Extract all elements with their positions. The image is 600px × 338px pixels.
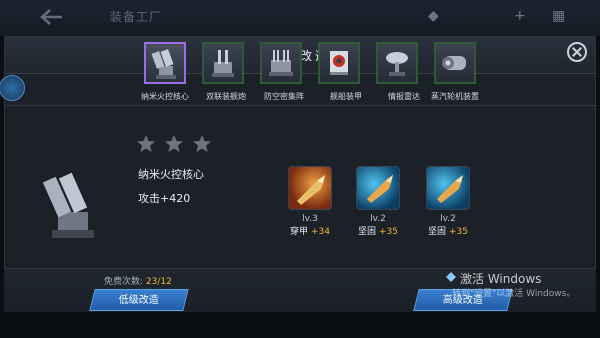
star-rating: [136, 134, 215, 158]
durable-shell-icon: [426, 166, 470, 210]
activation-watermark-title: 激活 Windows: [460, 272, 542, 286]
equipment-label: 舰船装甲: [330, 92, 362, 101]
top-bar: 装备工厂 ◆ + ▦: [0, 0, 600, 36]
equipment-slot-armor[interactable]: 舰船装甲: [316, 42, 362, 103]
upgrade-slot[interactable]: lv.2 坚固 +35: [424, 166, 472, 237]
selected-equipment-stat: 攻击+420: [138, 192, 191, 205]
star-icon: [137, 135, 155, 152]
bottom-margin: [0, 312, 600, 338]
equipment-label: 双联装舰炮: [206, 92, 246, 101]
upgrade-slot[interactable]: lv.3 穿甲 +34: [286, 166, 334, 237]
equipment-list: 纳米火控核心 双联装舰炮 防空密集阵 舰船装甲 情报雷达 蒸汽轮机装置: [140, 42, 479, 132]
upgrade-slot[interactable]: lv.2 坚固 +35: [354, 166, 402, 237]
turbine-icon: [434, 42, 476, 84]
equipment-label: 防空密集阵: [264, 92, 304, 101]
equipment-label: 蒸汽轮机装置: [431, 92, 479, 101]
star-icon: [165, 135, 184, 152]
turret-icon: [144, 42, 186, 84]
equipment-slot-fire-control[interactable]: 纳米火控核心: [141, 42, 189, 103]
star-icon: [193, 135, 212, 152]
activation-watermark-subtitle: 转到"设置"以激活 Windows。: [452, 289, 576, 299]
close-button[interactable]: [567, 42, 587, 62]
equipment-label: 情报雷达: [388, 92, 420, 101]
twin-gun-icon: [202, 42, 244, 84]
upgrade-level: lv.3: [302, 214, 318, 224]
upgrade-effect: 穿甲 +34: [290, 227, 330, 237]
ciws-icon: [260, 42, 302, 84]
menu-icon[interactable]: ▦: [552, 8, 565, 24]
diamond-icon: ◆: [428, 8, 439, 24]
windows-diamond-icon: [446, 272, 456, 282]
equipment-label: 纳米火控核心: [141, 92, 189, 101]
durable-shell-icon: [356, 166, 400, 210]
selected-equipment-model-icon: [42, 172, 94, 238]
screen-title: 装备工厂: [110, 10, 163, 24]
upgrade-level: lv.2: [370, 214, 386, 224]
back-arrow-icon[interactable]: [38, 8, 64, 26]
radar-dish-icon: [376, 42, 418, 84]
upgrade-effect: 坚固 +35: [428, 227, 468, 237]
equipment-slot-ciws[interactable]: 防空密集阵: [258, 42, 304, 103]
upgrade-effect: 坚固 +35: [358, 227, 398, 237]
add-icon[interactable]: +: [514, 8, 526, 24]
upgrade-level: lv.2: [440, 214, 456, 224]
equipment-slot-radar[interactable]: 情报雷达: [374, 42, 420, 103]
armor-plate-icon: [318, 42, 360, 84]
low-level-upgrade-button[interactable]: 低级改造: [89, 289, 189, 311]
selected-equipment-name: 纳米火控核心: [138, 168, 204, 181]
free-attempts: 免费次数: 23/12: [104, 277, 172, 287]
armor-pierce-shell-icon: [288, 166, 332, 210]
equipment-slot-turbine[interactable]: 蒸汽轮机装置: [431, 42, 479, 103]
side-nav-icon[interactable]: [0, 75, 25, 101]
equipment-slot-twin-gun[interactable]: 双联装舰炮: [200, 42, 246, 103]
